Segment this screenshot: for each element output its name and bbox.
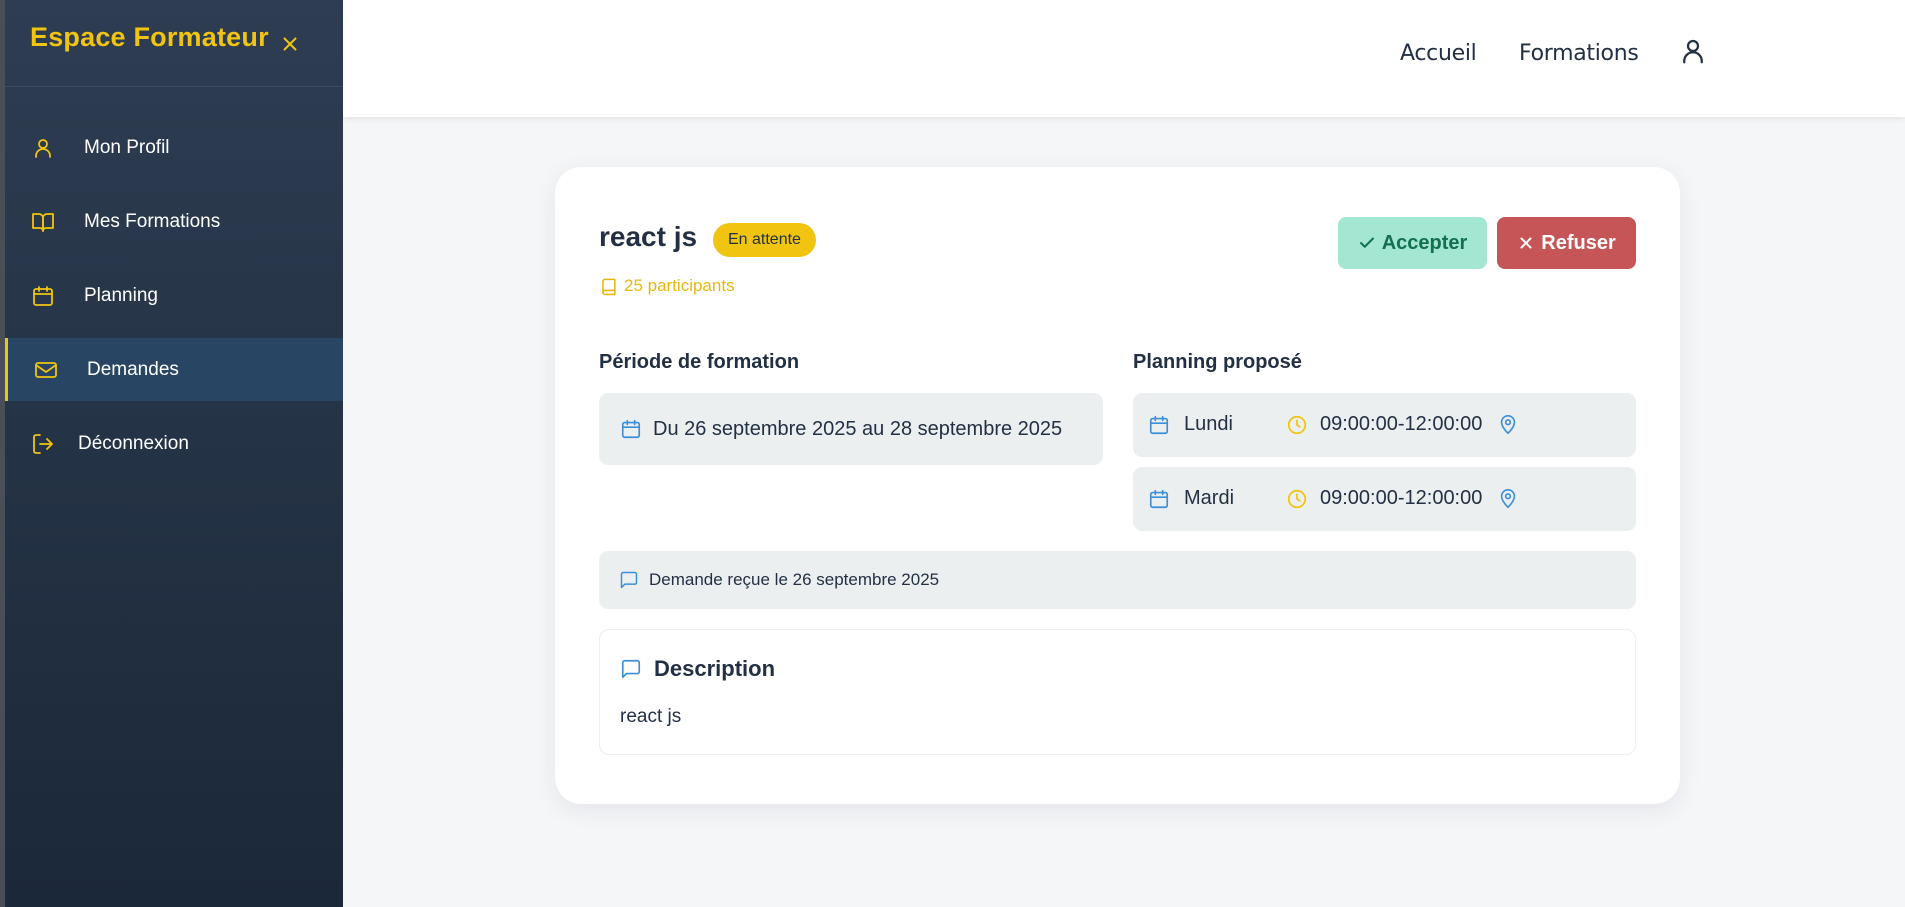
planning-slot: Mardi 09:00:00-12:00:00 (1133, 467, 1636, 531)
user-icon (31, 136, 55, 160)
sidebar-item-mon-profil[interactable]: Mon Profil (5, 116, 343, 179)
request-card: react js En attente 25 participants Acce… (555, 167, 1680, 804)
sidebar-item-label: Mes Formations (84, 210, 221, 232)
sidebar-item-label: Mon Profil (84, 136, 170, 158)
description-text: react js (620, 706, 682, 727)
location-pin-icon[interactable] (1497, 488, 1519, 510)
description-section: Description react js (599, 629, 1636, 755)
calendar-icon (31, 284, 55, 308)
slot-time: 09:00:00-12:00:00 (1320, 413, 1483, 435)
slot-time: 09:00:00-12:00:00 (1320, 487, 1483, 509)
received-info: Demande reçue le 26 septembre 2025 (599, 551, 1636, 609)
period-heading: Période de formation (599, 351, 800, 373)
nav-link-formations[interactable]: Formations (1519, 41, 1639, 66)
planning-slot: Lundi 09:00:00-12:00:00 (1133, 393, 1636, 457)
period-box: Du 26 septembre 2025 au 28 septembre 202… (599, 393, 1103, 465)
book-open-icon (31, 210, 55, 234)
book-icon (599, 277, 618, 296)
slot-day: Lundi (1184, 413, 1233, 435)
message-icon (620, 658, 642, 680)
planning-heading: Planning proposé (1133, 351, 1302, 373)
sidebar-nav: Mon Profil Mes Formations Planning Deman… (5, 116, 343, 486)
clock-icon (1286, 488, 1308, 510)
logout-icon (31, 432, 55, 456)
sidebar-item-label: Planning (84, 284, 158, 306)
nav-link-accueil[interactable]: Accueil (1400, 41, 1477, 66)
slot-day: Mardi (1184, 487, 1235, 509)
sidebar-title: Espace Formateur (30, 22, 269, 52)
calendar-icon (1148, 414, 1170, 436)
participants-label: 25 participants (624, 276, 735, 295)
received-text: Demande reçue le 26 septembre 2025 (649, 570, 940, 589)
user-icon[interactable] (1678, 36, 1708, 66)
status-badge: En attente (713, 223, 816, 257)
sidebar-header: Espace Formateur (5, 0, 343, 87)
location-pin-icon[interactable] (1497, 414, 1519, 436)
sidebar-item-demandes[interactable]: Demandes (5, 338, 343, 401)
sidebar-item-planning[interactable]: Planning (5, 264, 343, 327)
message-icon (619, 570, 639, 590)
participants-count: 25 participants (599, 276, 735, 296)
accept-label: Accepter (1381, 231, 1468, 254)
description-heading: Description (654, 656, 776, 681)
calendar-icon (620, 418, 642, 440)
close-icon[interactable] (279, 33, 301, 55)
refuse-button[interactable]: Refuser (1497, 217, 1636, 269)
sidebar: Espace Formateur Mon Profil Mes Formatio… (0, 0, 343, 907)
request-title: react js (599, 221, 698, 252)
close-icon (1517, 234, 1535, 252)
accept-button[interactable]: Accepter (1338, 217, 1487, 269)
period-text: Du 26 septembre 2025 au 28 septembre 202… (653, 417, 1063, 440)
sidebar-item-mes-formations[interactable]: Mes Formations (5, 190, 343, 253)
sidebar-item-label: Demandes (87, 358, 179, 380)
refuse-label: Refuser (1541, 231, 1616, 254)
check-icon (1358, 234, 1376, 252)
top-navbar (343, 0, 1905, 117)
mail-icon (34, 358, 58, 382)
sidebar-item-label: Déconnexion (78, 432, 189, 454)
clock-icon (1286, 414, 1308, 436)
sidebar-item-deconnexion[interactable]: Déconnexion (5, 412, 343, 475)
calendar-icon (1148, 488, 1170, 510)
